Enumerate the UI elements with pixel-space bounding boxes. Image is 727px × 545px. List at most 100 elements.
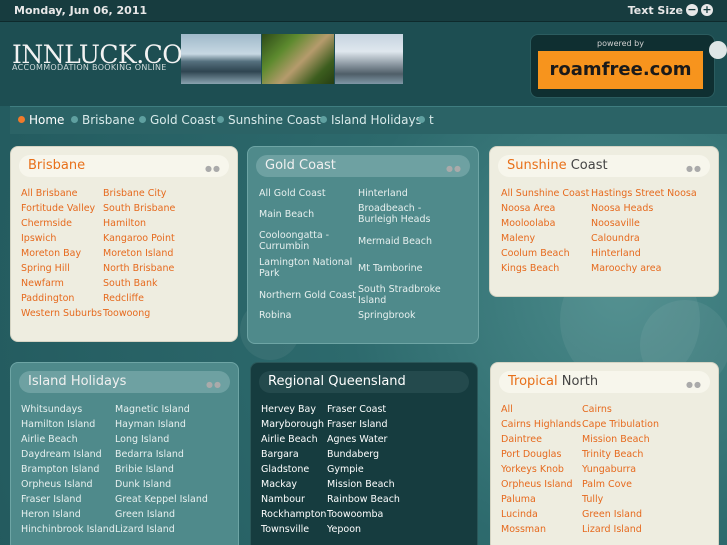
link-maleny[interactable]: Maleny	[501, 233, 535, 244]
link-palm-cove[interactable]: Palm Cove	[582, 479, 632, 490]
nav-item-gold-coast[interactable]: Gold Coast	[139, 113, 215, 127]
link-cooloongatta-currumbin[interactable]: Cooloongatta - Currumbin	[259, 230, 349, 252]
roamfree-logo[interactable]: powered by roamfree.com	[538, 39, 703, 89]
link-great-keppel-island[interactable]: Great Keppel Island	[115, 494, 208, 505]
link-daintree[interactable]: Daintree	[501, 434, 542, 445]
link-tully[interactable]: Tully	[582, 494, 603, 505]
link-airlie-beach[interactable]: Airlie Beach	[261, 434, 318, 445]
link-hinchinbrook-island[interactable]: Hinchinbrook Island	[21, 524, 115, 535]
link-robina[interactable]: Robina	[259, 310, 292, 321]
link-green-island[interactable]: Green Island	[115, 509, 175, 520]
link-coolum-beach[interactable]: Coolum Beach	[501, 248, 570, 259]
link-mermaid-beach[interactable]: Mermaid Beach	[358, 236, 432, 247]
link-caloundra[interactable]: Caloundra	[591, 233, 640, 244]
link-long-island[interactable]: Long Island	[115, 434, 169, 445]
link-mission-beach[interactable]: Mission Beach	[327, 479, 395, 490]
link-gladstone[interactable]: Gladstone	[261, 464, 309, 475]
link-ipswich[interactable]: Ipswich	[21, 233, 56, 244]
link-port-douglas[interactable]: Port Douglas	[501, 449, 561, 460]
link-cairns[interactable]: Cairns	[582, 404, 612, 415]
link-all-sunshine-coast[interactable]: All Sunshine Coast	[501, 188, 589, 199]
link-western-suburbs[interactable]: Western Suburbs	[21, 308, 102, 319]
link-main-beach[interactable]: Main Beach	[259, 209, 314, 220]
link-heron-island[interactable]: Heron Island	[21, 509, 81, 520]
link-broadbeach-burleigh-heads[interactable]: Broadbeach - Burleigh Heads	[358, 203, 458, 225]
link-orpheus-island[interactable]: Orpheus Island	[21, 479, 93, 490]
link-bedarra-island[interactable]: Bedarra Island	[115, 449, 184, 460]
link-redcliffe[interactable]: Redcliffe	[103, 293, 144, 304]
link-yepoon[interactable]: Yepoon	[327, 524, 361, 535]
nav-item-island-holidays[interactable]: Island Holidays	[320, 113, 422, 127]
link-hamilton-island[interactable]: Hamilton Island	[21, 419, 95, 430]
link-maryborough[interactable]: Maryborough	[261, 419, 324, 430]
link-lizard-island[interactable]: Lizard Island	[582, 524, 642, 535]
link-toowoomba[interactable]: Toowoomba	[327, 509, 383, 520]
link-gympie[interactable]: Gympie	[327, 464, 364, 475]
link-hinterland[interactable]: Hinterland	[591, 248, 641, 259]
link-yorkeys-knob[interactable]: Yorkeys Knob	[501, 464, 564, 475]
link-rockhampton[interactable]: Rockhampton	[261, 509, 326, 520]
link-mackay[interactable]: Mackay	[261, 479, 297, 490]
link-fraser-island[interactable]: Fraser Island	[327, 419, 387, 430]
link-noosa-area[interactable]: Noosa Area	[501, 203, 555, 214]
link-cairns-highlands[interactable]: Cairns Highlands	[501, 419, 581, 430]
link-brisbane-city[interactable]: Brisbane City	[103, 188, 166, 199]
link-hamilton[interactable]: Hamilton	[103, 218, 146, 229]
link-dunk-island[interactable]: Dunk Island	[115, 479, 171, 490]
link-daydream-island[interactable]: Daydream Island	[21, 449, 102, 460]
link-springbrook[interactable]: Springbrook	[358, 310, 416, 321]
nav-item-brisbane[interactable]: Brisbane	[71, 113, 135, 127]
link-hastings-street-noosa[interactable]: Hastings Street Noosa	[591, 188, 697, 199]
link-green-island[interactable]: Green Island	[582, 509, 642, 520]
link-hayman-island[interactable]: Hayman Island	[115, 419, 186, 430]
link-toowoong[interactable]: Toowoong	[103, 308, 150, 319]
link-trinity-beach[interactable]: Trinity Beach	[582, 449, 643, 460]
link-moreton-island[interactable]: Moreton Island	[103, 248, 173, 259]
link-south-brisbane[interactable]: South Brisbane	[103, 203, 175, 214]
link-noosa-heads[interactable]: Noosa Heads	[591, 203, 653, 214]
link-yungaburra[interactable]: Yungaburra	[582, 464, 636, 475]
link-northern-gold-coast[interactable]: Northern Gold Coast	[259, 290, 356, 301]
link-south-bank[interactable]: South Bank	[103, 278, 158, 289]
link-mission-beach[interactable]: Mission Beach	[582, 434, 650, 445]
link-brampton-island[interactable]: Brampton Island	[21, 464, 99, 475]
link-all-brisbane[interactable]: All Brisbane	[21, 188, 78, 199]
link-fraser-coast[interactable]: Fraser Coast	[327, 404, 386, 415]
link-agnes-water[interactable]: Agnes Water	[327, 434, 387, 445]
link-fraser-island[interactable]: Fraser Island	[21, 494, 81, 505]
link-lucinda[interactable]: Lucinda	[501, 509, 538, 520]
link-rainbow-beach[interactable]: Rainbow Beach	[327, 494, 400, 505]
link-bargara[interactable]: Bargara	[261, 449, 299, 460]
link-mt-tamborine[interactable]: Mt Tamborine	[358, 263, 423, 274]
roamfree-ad-banner[interactable]: powered by roamfree.com	[530, 34, 727, 98]
link-bundaberg[interactable]: Bundaberg	[327, 449, 379, 460]
nav-item-home[interactable]: Home	[18, 113, 64, 127]
link-whitsundays[interactable]: Whitsundays	[21, 404, 82, 415]
link-all-gold-coast[interactable]: All Gold Coast	[259, 188, 326, 199]
link-townsville[interactable]: Townsville	[261, 524, 309, 535]
link-maroochy-area[interactable]: Maroochy area	[591, 263, 661, 274]
link-north-brisbane[interactable]: North Brisbane	[103, 263, 174, 274]
link-kangaroo-point[interactable]: Kangaroo Point	[103, 233, 175, 244]
link-kings-beach[interactable]: Kings Beach	[501, 263, 559, 274]
link-magnetic-island[interactable]: Magnetic Island	[115, 404, 190, 415]
decrease-text-size-icon[interactable]: −	[686, 4, 698, 16]
link-spring-hill[interactable]: Spring Hill	[21, 263, 70, 274]
link-chermside[interactable]: Chermside	[21, 218, 72, 229]
link-orpheus-island[interactable]: Orpheus Island	[501, 479, 573, 490]
link-airlie-beach[interactable]: Airlie Beach	[21, 434, 78, 445]
link-lamington-national-park[interactable]: Lamington National Park	[259, 257, 354, 279]
link-noosaville[interactable]: Noosaville	[591, 218, 640, 229]
link-all[interactable]: All	[501, 404, 513, 415]
link-hinterland[interactable]: Hinterland	[358, 188, 408, 199]
link-mossman[interactable]: Mossman	[501, 524, 546, 535]
link-nambour[interactable]: Nambour	[261, 494, 305, 505]
link-bribie-island[interactable]: Bribie Island	[115, 464, 174, 475]
link-mooloolaba[interactable]: Mooloolaba	[501, 218, 555, 229]
nav-item-sunshine-coast[interactable]: Sunshine Coast	[217, 113, 321, 127]
link-paddington[interactable]: Paddington	[21, 293, 74, 304]
link-newfarm[interactable]: Newfarm	[21, 278, 64, 289]
link-lizard-island[interactable]: Lizard Island	[115, 524, 175, 535]
link-fortitude-valley[interactable]: Fortitude Valley	[21, 203, 95, 214]
increase-text-size-icon[interactable]: +	[701, 4, 713, 16]
